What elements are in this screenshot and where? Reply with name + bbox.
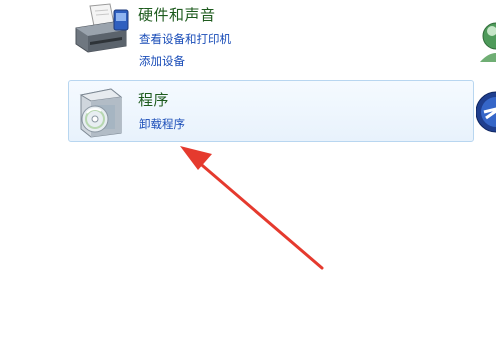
network-globe-icon[interactable] [475, 86, 496, 138]
view-devices-and-printers-link[interactable]: 查看设备和打印机 [139, 31, 231, 47]
category-programs[interactable]: 程序 卸载程序 [68, 80, 474, 142]
programs-disc-icon[interactable] [75, 85, 135, 141]
add-device-link[interactable]: 添加设备 [139, 53, 185, 69]
category-title[interactable]: 程序 [138, 89, 169, 110]
control-panel-fragment: 硬件和声音 查看设备和打印机 添加设备 程序 卸载程序 [0, 0, 496, 360]
category-hardware-and-sound: 硬件和声音 查看设备和打印机 添加设备 [68, 0, 474, 74]
printer-icon[interactable] [70, 2, 130, 58]
user-accounts-icon[interactable] [476, 18, 496, 64]
category-title[interactable]: 硬件和声音 [138, 4, 216, 25]
uninstall-program-link[interactable]: 卸载程序 [139, 116, 185, 132]
